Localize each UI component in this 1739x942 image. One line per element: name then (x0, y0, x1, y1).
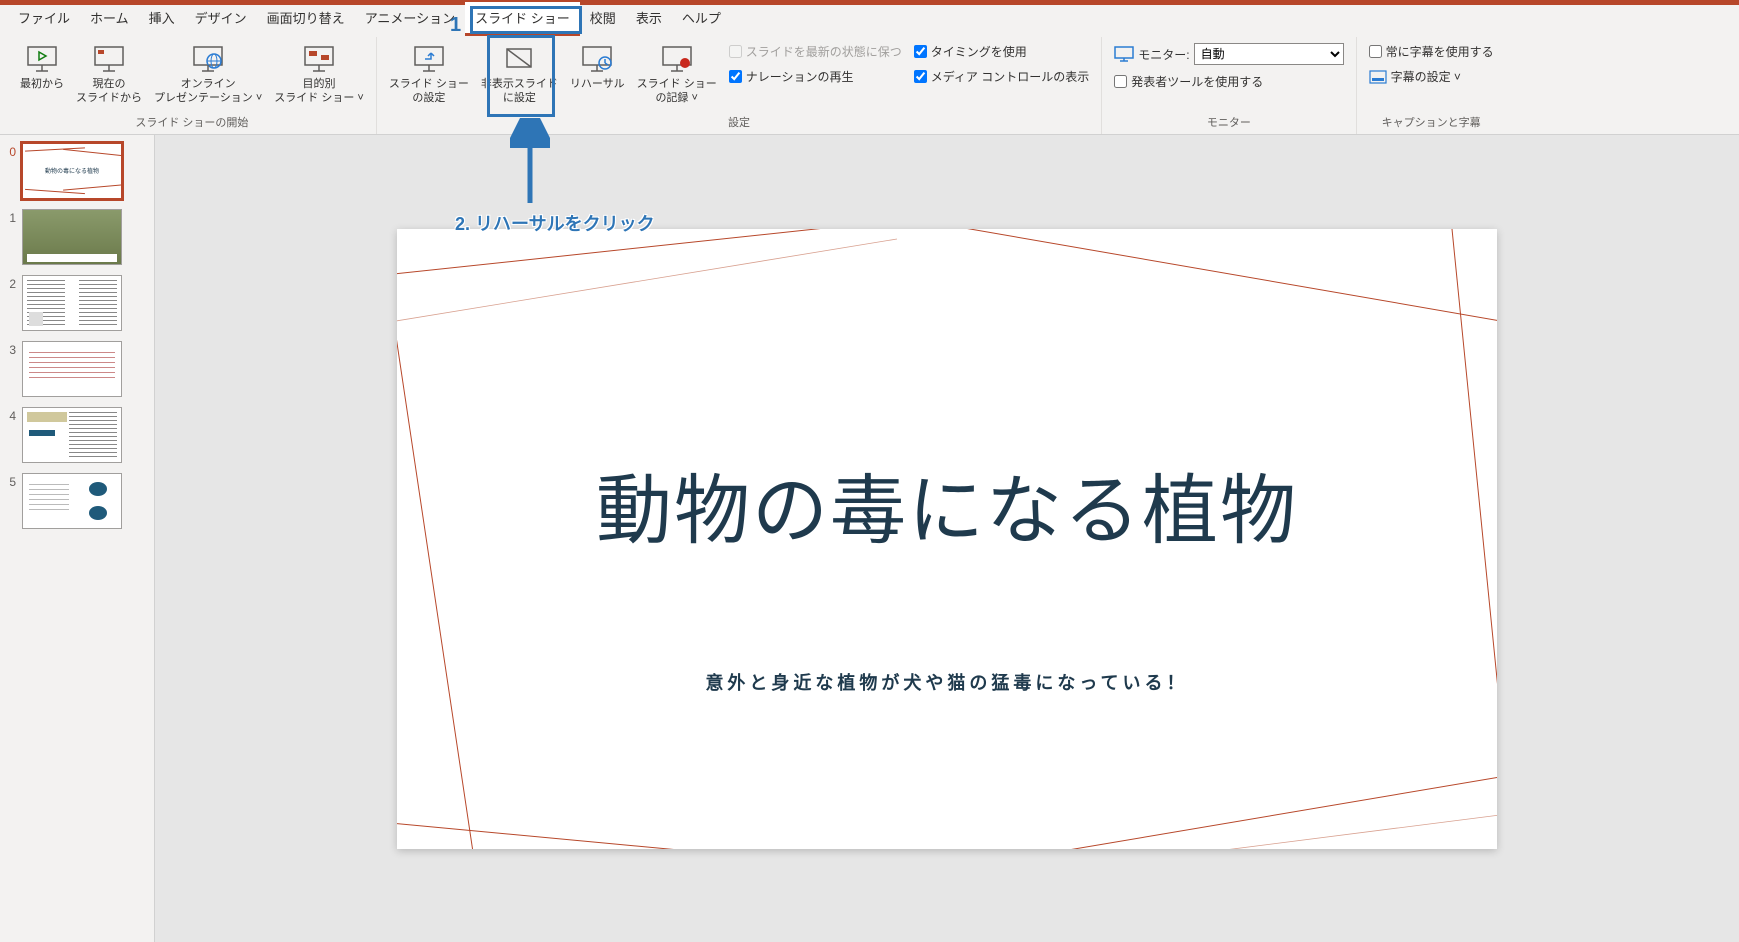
thumb-number-2: 2 (4, 275, 16, 291)
setup-icon (413, 41, 445, 77)
menu-home[interactable]: ホーム (80, 2, 139, 36)
rehearse-icon (581, 41, 613, 77)
media-controls-input[interactable] (914, 70, 927, 83)
hide-slide-label: 非表示スライド に設定 (481, 77, 558, 105)
group-monitor-label: モニター (1110, 112, 1347, 134)
thumb-number-4: 4 (4, 407, 16, 423)
workspace: 0 動物の毒になる植物 1 2 3 (0, 135, 1739, 942)
keep-latest-label: スライドを最新の状態に保つ (746, 43, 902, 60)
custom-show-icon (303, 41, 335, 77)
ribbon-group-monitor: モニター: 自動 発表者ツールを使用する モニター (1102, 37, 1356, 134)
thumb-number-0: 0 (4, 143, 16, 159)
setup-slideshow-button[interactable]: スライド ショー の設定 (385, 37, 473, 105)
presenter-view-label: 発表者ツールを使用する (1131, 73, 1263, 90)
play-narration-label: ナレーションの再生 (746, 68, 854, 85)
thumbnail-4[interactable] (22, 407, 122, 463)
record-slideshow-label: スライド ショー の記録 ˅ (637, 77, 717, 105)
play-current-icon (93, 41, 125, 77)
menubar: ファイル ホーム 挿入 デザイン 画面切り替え アニメーション スライド ショー… (0, 5, 1739, 33)
use-timings-input[interactable] (914, 45, 927, 58)
thumbnail-5[interactable] (22, 473, 122, 529)
menu-transitions[interactable]: 画面切り替え (257, 2, 355, 36)
custom-slideshow-label: 目的別 スライド ショー ˅ (274, 77, 364, 105)
menu-view[interactable]: 表示 (626, 2, 672, 36)
group-captions-label: キャプションと字幕 (1365, 112, 1498, 134)
custom-slideshow-button[interactable]: 目的別 スライド ショー ˅ (270, 37, 368, 105)
slide-title[interactable]: 動物の毒になる植物 (397, 449, 1497, 559)
presenter-view-checkbox[interactable]: 発表者ツールを使用する (1110, 71, 1347, 92)
ribbon: 最初から 現在の スライドから オンライン プレゼンテーション ˅ 目的別 スラ… (0, 33, 1739, 135)
from-current-button[interactable]: 現在の スライドから (72, 37, 146, 105)
record-icon (661, 41, 693, 77)
ribbon-group-captions: 常に字幕を使用する 字幕の設定 ˅ キャプションと字幕 (1357, 37, 1506, 134)
from-beginning-button[interactable]: 最初から (16, 37, 68, 91)
monitor-select[interactable]: 自動 (1194, 43, 1344, 65)
media-controls-checkbox[interactable]: メディア コントロールの表示 (910, 66, 1094, 87)
menu-review[interactable]: 校閲 (580, 2, 626, 36)
hide-slide-icon (503, 41, 535, 77)
rehearse-button[interactable]: リハーサル (566, 37, 629, 91)
thumb-number-5: 5 (4, 473, 16, 489)
menu-insert[interactable]: 挿入 (139, 2, 185, 36)
ribbon-group-start: 最初から 現在の スライドから オンライン プレゼンテーション ˅ 目的別 スラ… (8, 37, 377, 134)
hide-slide-button[interactable]: 非表示スライド に設定 (477, 37, 562, 105)
use-timings-checkbox[interactable]: タイミングを使用 (910, 41, 1094, 62)
setup-slideshow-label: スライド ショー の設定 (389, 77, 469, 105)
ribbon-group-setup: スライド ショー の設定 非表示スライド に設定 リハーサル スライド ショー … (377, 37, 1102, 134)
thumb-number-1: 1 (4, 209, 16, 225)
menu-file[interactable]: ファイル (8, 2, 80, 36)
menu-slideshow[interactable]: スライド ショー (465, 2, 580, 36)
slide-editor[interactable]: 動物の毒になる植物 意外と身近な植物が犬や猫の猛毒になっている！ (155, 135, 1739, 942)
monitor-icon (1114, 46, 1134, 62)
play-narration-input[interactable] (729, 70, 742, 83)
media-controls-label: メディア コントロールの表示 (931, 68, 1090, 85)
slide-subtitle[interactable]: 意外と身近な植物が犬や猫の猛毒になっている！ (397, 669, 1497, 695)
thumbnail-panel[interactable]: 0 動物の毒になる植物 1 2 3 (0, 135, 155, 942)
keep-latest-input (729, 45, 742, 58)
thumbnail-2[interactable] (22, 275, 122, 331)
from-beginning-label: 最初から (20, 77, 64, 91)
menu-animations[interactable]: アニメーション (355, 2, 465, 36)
always-subtitle-input[interactable] (1369, 45, 1382, 58)
menu-help[interactable]: ヘルプ (672, 2, 731, 36)
from-current-label: 現在の スライドから (76, 77, 142, 105)
presenter-view-input[interactable] (1114, 75, 1127, 88)
subtitle-settings-label: 字幕の設定 ˅ (1391, 68, 1461, 85)
group-setup-label: 設定 (385, 112, 1093, 134)
subtitle-settings-button[interactable]: 字幕の設定 ˅ (1365, 66, 1498, 87)
group-start-label: スライド ショーの開始 (16, 112, 368, 134)
thumbnail-3[interactable] (22, 341, 122, 397)
slide-canvas[interactable]: 動物の毒になる植物 意外と身近な植物が犬や猫の猛毒になっている！ (397, 229, 1497, 849)
keep-latest-checkbox: スライドを最新の状態に保つ (725, 41, 906, 62)
online-present-button[interactable]: オンライン プレゼンテーション ˅ (150, 37, 266, 105)
always-subtitle-label: 常に字幕を使用する (1386, 43, 1494, 60)
online-present-label: オンライン プレゼンテーション ˅ (154, 77, 262, 105)
always-subtitle-checkbox[interactable]: 常に字幕を使用する (1365, 41, 1498, 62)
thumbnail-1[interactable] (22, 209, 122, 265)
play-screen-icon (26, 41, 58, 77)
globe-screen-icon (192, 41, 224, 77)
use-timings-label: タイミングを使用 (931, 43, 1027, 60)
rehearse-label: リハーサル (570, 77, 625, 91)
subtitle-icon (1369, 70, 1387, 84)
menu-design[interactable]: デザイン (185, 2, 257, 36)
play-narration-checkbox[interactable]: ナレーションの再生 (725, 66, 906, 87)
record-slideshow-button[interactable]: スライド ショー の記録 ˅ (633, 37, 721, 105)
thumb-number-3: 3 (4, 341, 16, 357)
thumbnail-0[interactable]: 動物の毒になる植物 (22, 143, 122, 199)
monitor-label: モニター: (1138, 46, 1189, 63)
